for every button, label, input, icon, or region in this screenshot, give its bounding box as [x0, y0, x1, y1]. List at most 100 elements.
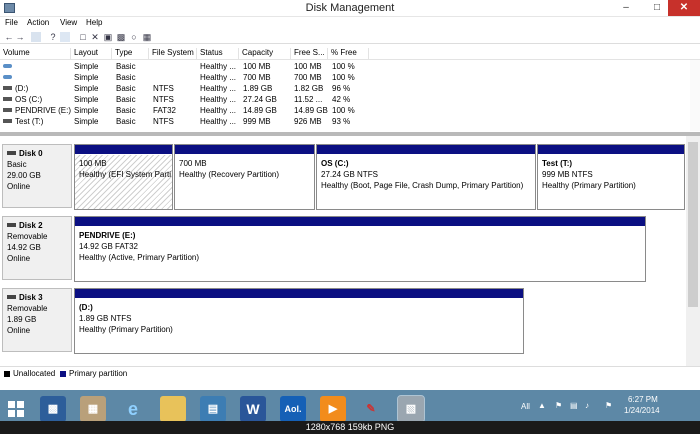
maximize-button[interactable]: □ [643, 0, 671, 16]
volume-free: 11.52 ... [294, 95, 323, 104]
partition-test-t[interactable]: Test (T:) 999 MB NTFS Healthy (Primary P… [537, 144, 685, 210]
clock-date[interactable]: 1/24/2014 [624, 406, 660, 415]
partition-size: 100 MB [79, 159, 107, 168]
search-icon[interactable]: ○ [129, 32, 139, 42]
volume-percent-free: 100 % [332, 73, 355, 82]
col-file-system[interactable]: File System [149, 48, 197, 59]
delete-icon[interactable]: ✕ [90, 32, 100, 42]
volume-icon[interactable]: ♪ [585, 401, 589, 410]
volume-type: Basic [116, 106, 136, 115]
close-button[interactable]: ✕ [668, 0, 700, 16]
start-button[interactable] [4, 396, 28, 422]
volume-row[interactable]: Simple Basic Healthy ... 700 MB 700 MB 1… [0, 73, 700, 84]
partition-name: (D:) [79, 303, 93, 312]
volume-row[interactable]: Test (T:) Simple Basic NTFS Healthy ... … [0, 117, 700, 128]
menu-action[interactable]: Action [27, 18, 49, 27]
partition-size: 1.89 GB NTFS [79, 314, 132, 323]
volume-type: Basic [116, 84, 136, 93]
volume-capacity: 27.24 GB [243, 95, 277, 104]
minimize-button[interactable]: – [612, 0, 640, 16]
partition-pendrive-e[interactable]: PENDRIVE (E:) 14.92 GB FAT32 Healthy (Ac… [74, 216, 646, 282]
col-free-space[interactable]: Free S... [291, 48, 328, 59]
disk-map-scrollbar[interactable] [686, 136, 700, 366]
volume-layout: Simple [74, 95, 99, 104]
forward-icon[interactable]: → [15, 32, 25, 42]
save-icon[interactable]: ▩ [116, 32, 126, 42]
disk-state: Online [7, 254, 31, 263]
menu-file[interactable]: File [5, 18, 18, 27]
internet-explorer-icon[interactable]: e [120, 396, 146, 422]
clock-time[interactable]: 6:27 PM [628, 395, 658, 404]
volume-list-scrollbar[interactable] [690, 60, 700, 131]
volume-percent-free: 42 % [332, 95, 351, 104]
partition-status: Healthy (Recovery Partition) [179, 170, 280, 179]
col-layout[interactable]: Layout [71, 48, 112, 59]
media-player-icon[interactable]: ▶ [320, 396, 346, 422]
primary-partition-bar [317, 145, 535, 154]
properties-icon[interactable] [60, 32, 70, 42]
col-capacity[interactable]: Capacity [239, 48, 291, 59]
partition-efi[interactable]: 100 MB Healthy (EFI System Parti [74, 144, 173, 210]
col-volume[interactable]: Volume [0, 48, 71, 59]
volume-type: Basic [116, 62, 136, 71]
col-status[interactable]: Status [197, 48, 239, 59]
menu-help[interactable]: Help [86, 18, 102, 27]
partition-size: 14.92 GB FAT32 [79, 242, 138, 251]
volume-row[interactable]: (D:) Simple Basic NTFS Healthy ... 1.89 … [0, 84, 700, 95]
control-panel-icon[interactable]: ▤ [200, 396, 226, 422]
action-center-icon[interactable]: ⚑ [555, 401, 562, 410]
col-type[interactable]: Type [112, 48, 149, 59]
open-icon[interactable]: ▣ [103, 32, 113, 42]
disk-3-label[interactable]: Disk 3 Removable 1.89 GB Online [2, 288, 72, 352]
volume-name: PENDRIVE (E:) [15, 106, 71, 115]
back-icon[interactable]: ← [4, 32, 14, 42]
disk-size: 1.89 GB [7, 315, 37, 324]
legend: Unallocated Primary partition [0, 366, 700, 380]
volume-row[interactable]: OS (C:) Simple Basic NTFS Healthy ... 27… [0, 95, 700, 106]
volume-percent-free: 93 % [332, 117, 351, 126]
menu-view[interactable]: View [60, 18, 77, 27]
word-icon[interactable]: W [240, 396, 266, 422]
console-tree-icon[interactable] [31, 32, 41, 42]
volume-percent-free: 100 % [332, 62, 355, 71]
volume-type: Basic [116, 95, 136, 104]
volume-fs: NTFS [153, 84, 174, 93]
volume-row[interactable]: Simple Basic Healthy ... 100 MB 100 MB 1… [0, 62, 700, 73]
refresh-icon[interactable]: □ [78, 32, 88, 42]
volume-row[interactable]: PENDRIVE (E:) Simple Basic FAT32 Healthy… [0, 106, 700, 117]
partition-recovery[interactable]: 700 MB Healthy (Recovery Partition) [174, 144, 315, 210]
window-title: Disk Management [305, 2, 395, 14]
disk-state: Online [7, 182, 31, 191]
volume-free: 100 MB [294, 62, 322, 71]
tools-icon[interactable]: ✎ [358, 396, 384, 422]
help-icon[interactable]: ? [48, 32, 58, 42]
disk-2-label[interactable]: Disk 2 Removable 14.92 GB Online [2, 216, 72, 280]
volume-status: Healthy ... [200, 106, 237, 115]
volume-type: Basic [116, 73, 136, 82]
scrollbar-thumb[interactable] [688, 142, 698, 307]
explorer-computer-icon[interactable]: ▩ [40, 396, 66, 422]
partition-d[interactable]: (D:) 1.89 GB NTFS Healthy (Primary Parti… [74, 288, 524, 354]
disk-management-task-icon[interactable]: ▧ [397, 395, 425, 423]
settings-icon[interactable]: ▦ [142, 32, 152, 42]
col-percent-free[interactable]: % Free [328, 48, 369, 59]
volume-layout: Simple [74, 84, 99, 93]
file-explorer-icon[interactable] [160, 396, 186, 422]
primary-partition-bar [75, 289, 523, 298]
archive-app-icon[interactable]: ▦ [80, 396, 106, 422]
volume-name: Test (T:) [15, 117, 44, 126]
drive-icon [3, 75, 12, 79]
disk-kind: Basic [7, 160, 27, 169]
disk-size: 29.00 GB [7, 171, 41, 180]
disk-0-label[interactable]: Disk 0 Basic 29.00 GB Online [2, 144, 72, 208]
input-language[interactable]: All [521, 402, 530, 411]
legend-primary-partition: Primary partition [69, 369, 128, 378]
primary-partition-swatch [60, 371, 66, 377]
flag-icon[interactable]: ⚑ [605, 401, 612, 410]
aol-icon[interactable]: Aol. [280, 396, 306, 422]
disk-size: 14.92 GB [7, 243, 41, 252]
partition-name: Test (T:) [542, 159, 573, 168]
partition-os-c[interactable]: OS (C:) 27.24 GB NTFS Healthy (Boot, Pag… [316, 144, 536, 210]
network-icon[interactable]: ▤ [570, 401, 578, 410]
tray-chevron-icon[interactable]: ▲ [538, 401, 546, 410]
